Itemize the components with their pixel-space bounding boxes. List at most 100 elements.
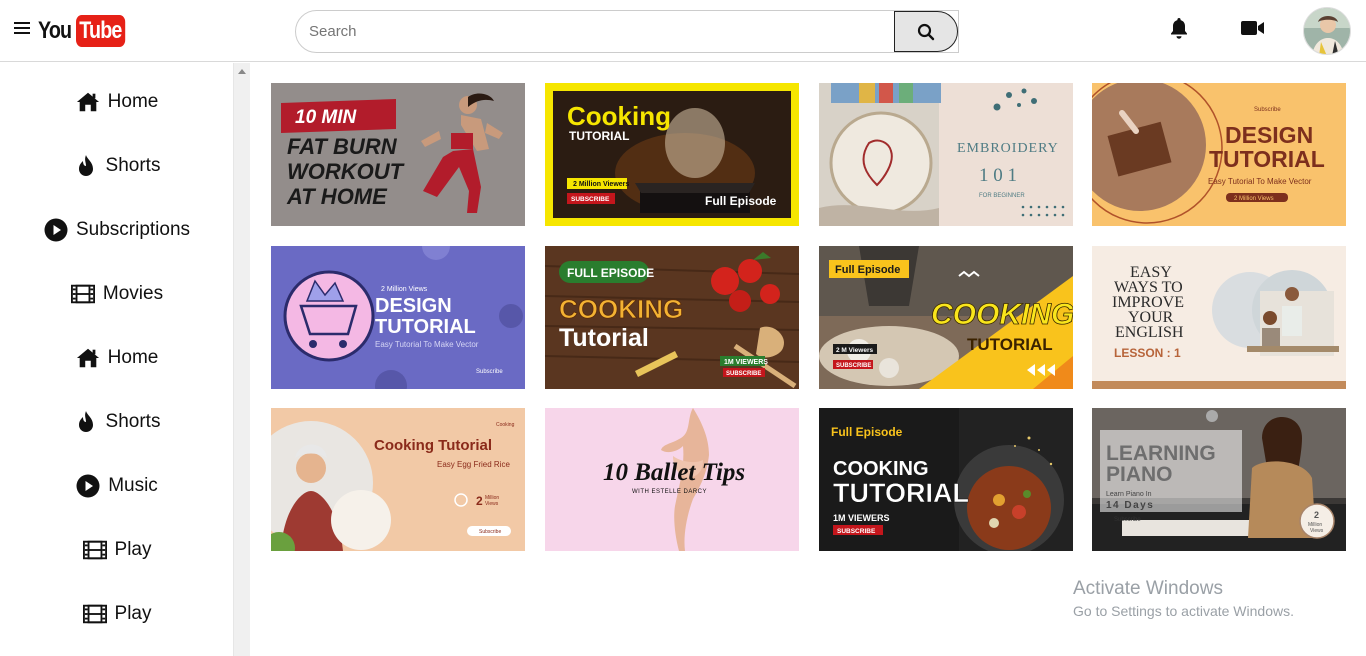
- thumb-title2: PIANO: [1106, 463, 1173, 486]
- sidebar-item-label: Play: [114, 539, 152, 560]
- video-thumbnail[interactable]: Cooking Cooking Tutorial Easy Egg Fried …: [271, 408, 525, 551]
- thumb-sub: FOR BEGINNER: [979, 193, 1025, 199]
- film-icon: [82, 538, 107, 562]
- thumb-views: 2 Million Views: [381, 286, 428, 293]
- video-thumbnail[interactable]: EASY WAYS TO IMPROVE YOUR ENGLISH LESSON…: [1092, 246, 1346, 389]
- sidebar-item-movies[interactable]: Movies: [0, 269, 234, 319]
- thumb-title1: COOKING: [931, 298, 1073, 331]
- thumb-views-txt2: Views: [1310, 528, 1324, 534]
- video-thumbnail[interactable]: Full Episode 2 M Viewers SUBSCRIBE COOKI…: [819, 246, 1073, 389]
- thumb-title1: DESIGN: [375, 295, 452, 317]
- thumb-line4: AT HOME: [286, 184, 388, 209]
- sidebar-item-shorts[interactable]: Shorts: [0, 141, 234, 191]
- play-circle-icon: [44, 218, 68, 242]
- sidebar-item-label: Shorts: [105, 155, 161, 176]
- thumb-episode: Full Episode: [705, 194, 777, 208]
- home-icon: [76, 90, 100, 114]
- sidebar-item-shorts-2[interactable]: Shorts: [0, 397, 234, 447]
- bell-icon: [1171, 18, 1187, 39]
- sidebar-item-label: Shorts: [105, 411, 161, 432]
- thumb-views-num: 2: [1314, 510, 1319, 520]
- thumb-subscribe: SUBSCRIBE: [837, 528, 876, 535]
- sidebar-item-label: Music: [108, 475, 158, 496]
- home-icon: [76, 346, 100, 370]
- thumb-sub: Easy Tutorial To Make Vector: [1208, 177, 1312, 186]
- thumb-sub: Easy Egg Fried Rice: [437, 460, 510, 469]
- sidebar-item-label: Subscriptions: [75, 219, 191, 240]
- video-thumbnail[interactable]: EMBROIDERY 1 0 1 FOR BEGINNER: [819, 83, 1073, 226]
- sidebar-item-music[interactable]: Music: [0, 461, 234, 511]
- video-thumbnail[interactable]: Subscribe DESIGN TUTORIAL Easy Tutorial …: [1092, 83, 1346, 226]
- sidebar-item-home[interactable]: Home: [0, 77, 234, 127]
- thumb-sub1: Learn Piano In: [1106, 491, 1152, 498]
- video-thumbnail[interactable]: FULL EPISODE COOKING Tutorial 1M VIEWERS…: [545, 246, 799, 389]
- search-input[interactable]: [296, 11, 894, 52]
- thumb-line3: WORKOUT: [287, 159, 405, 184]
- thumb-views: 1M VIEWERS: [724, 359, 768, 366]
- thumb-views: 2 M Viewers: [836, 347, 873, 354]
- thumb-subscribe: Subscribe: [476, 369, 503, 375]
- thumb-title1: DESIGN: [1225, 122, 1313, 148]
- watermark-subtitle: Go to Settings to activate Windows.: [1073, 603, 1294, 619]
- top-bar: You Tube: [0, 0, 1366, 62]
- sidebar-item-label: Movies: [102, 283, 164, 304]
- thumb-views: 2 Million Views: [1234, 196, 1274, 202]
- video-thumbnail[interactable]: 10 Ballet Tips WITH ESTELLE DARCY: [545, 408, 799, 551]
- video-thumbnail[interactable]: 2 Million Views DESIGN TUTORIAL Easy Tut…: [271, 246, 525, 389]
- video-thumbnail[interactable]: LEARNING PIANO Learn Piano In 14 Days Su…: [1092, 408, 1346, 551]
- logo-you-text: You: [38, 17, 72, 44]
- thumb-title: Cooking Tutorial: [374, 437, 492, 454]
- sidebar-item-play-2[interactable]: Play: [0, 589, 234, 639]
- thumb-sub: TUTORIAL: [569, 129, 629, 143]
- video-thumbnail[interactable]: Full Episode COOKING TUTORIAL 1M VIEWERS…: [819, 408, 1073, 551]
- search-button[interactable]: [894, 11, 958, 52]
- sidebar-scrollbar[interactable]: [233, 63, 250, 656]
- thumb-title2: TUTORIAL: [967, 335, 1053, 354]
- thumb-l5: ENGLISH: [1115, 324, 1184, 341]
- thumb-subscribe: SUBSCRIBE: [571, 196, 610, 203]
- avatar[interactable]: [1303, 7, 1351, 55]
- thumb-title2: TUTORIAL: [375, 316, 476, 338]
- notifications-button[interactable]: [1167, 16, 1191, 40]
- hamburger-menu-icon[interactable]: [14, 22, 30, 36]
- sidebar-item-home-2[interactable]: Home: [0, 333, 234, 383]
- thumb-title1: COOKING: [833, 458, 929, 480]
- thumb-sub: Easy Tutorial To Make Vector: [375, 340, 479, 349]
- thumb-badge: Subscribe: [1254, 107, 1281, 113]
- thumb-subscribe: SUBSCRIBE: [836, 363, 871, 369]
- sidebar-item-play[interactable]: Play: [0, 525, 234, 575]
- thumb-title: 10 Ballet Tips: [603, 459, 745, 486]
- play-circle-icon: [76, 474, 100, 498]
- sidebar-item-label: Home: [107, 347, 159, 368]
- thumb-episode: Full Episode: [835, 264, 900, 276]
- scroll-up-arrow-icon[interactable]: [238, 69, 246, 74]
- logo-tube-text: Tube: [76, 15, 125, 47]
- search-icon: [917, 23, 935, 40]
- thumb-subscribe: Subscribe: [479, 529, 501, 535]
- thumb-badge: Cooking: [496, 422, 515, 428]
- activate-windows-watermark: Activate Windows Go to Settings to activ…: [1073, 578, 1294, 619]
- search-bar: [295, 10, 959, 53]
- video-thumbnail[interactable]: Cooking TUTORIAL 2 Million Viewers SUBSC…: [545, 83, 799, 226]
- film-icon: [82, 602, 107, 626]
- sidebar-item-label: Play: [114, 603, 152, 624]
- sidebar-item-label: Home: [107, 91, 159, 112]
- thumb-title1: LEARNING: [1106, 442, 1216, 465]
- sidebar-item-subscriptions[interactable]: Subscriptions: [0, 205, 234, 255]
- create-video-button[interactable]: [1241, 16, 1265, 40]
- thumb-views-txt2: Views: [485, 501, 499, 507]
- thumb-views: 2 Million Viewers: [573, 181, 629, 188]
- thumb-line2: FAT BURN: [287, 134, 398, 159]
- thumb-line1: 10 MIN: [295, 107, 358, 128]
- thumb-views-num: 2: [476, 494, 483, 508]
- video-camera-icon: [1241, 21, 1264, 35]
- youtube-logo[interactable]: You Tube: [38, 14, 136, 48]
- thumb-title: Cooking: [567, 101, 671, 131]
- thumb-title2: TUTORIAL: [833, 478, 969, 508]
- video-thumbnail[interactable]: 10 MIN FAT BURN WORKOUT AT HOME: [271, 83, 525, 226]
- thumb-episode: Full Episode: [831, 425, 903, 439]
- thumb-episode: FULL EPISODE: [567, 266, 654, 280]
- thumb-title1: COOKING: [559, 294, 683, 324]
- thumb-num: 1 0 1: [979, 165, 1017, 186]
- thumb-title2: Tutorial: [559, 324, 649, 352]
